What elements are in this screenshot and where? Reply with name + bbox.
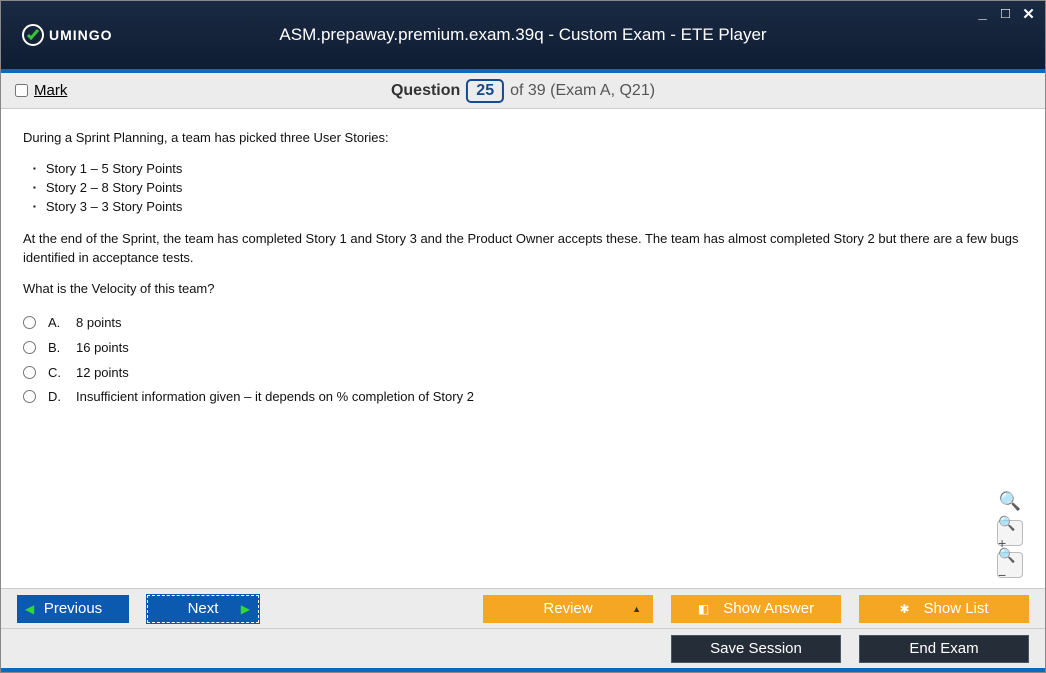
divider: [1, 668, 1045, 672]
chevron-right-icon: ▶: [241, 602, 250, 616]
list-icon: ✱: [899, 602, 909, 616]
option-letter: A.: [48, 314, 64, 333]
option-a[interactable]: A. 8 points: [23, 311, 1023, 336]
minimize-icon[interactable]: _: [974, 5, 991, 23]
search-icon[interactable]: 🔍: [997, 488, 1023, 514]
titlebar: UMINGO ASM.prepaway.premium.exam.39q - C…: [1, 1, 1045, 69]
save-session-button[interactable]: Save Session: [671, 635, 841, 663]
window-title: ASM.prepaway.premium.exam.39q - Custom E…: [279, 25, 766, 45]
question-toolbar: Mark Question 25 of 39 (Exam A, Q21): [1, 73, 1045, 109]
mark-label[interactable]: Mark: [34, 82, 67, 99]
show-answer-button[interactable]: ◧ Show Answer: [671, 595, 841, 623]
zoom-in-button[interactable]: 🔍+: [997, 520, 1023, 546]
mark-checkbox-wrap[interactable]: Mark: [15, 82, 67, 99]
story-list: Story 1 – 5 Story Points Story 2 – 8 Sto…: [33, 160, 1023, 217]
previous-label: Previous: [44, 600, 102, 617]
next-label: Next: [188, 600, 219, 617]
question-ask: What is the Velocity of this team?: [23, 280, 1023, 299]
question-content: During a Sprint Planning, a team has pic…: [1, 109, 1045, 588]
radio-b[interactable]: [23, 341, 36, 354]
option-text: Insufficient information given – it depe…: [76, 388, 474, 407]
radio-c[interactable]: [23, 366, 36, 379]
list-item: Story 2 – 8 Story Points: [33, 179, 1023, 198]
chevron-left-icon: ◀: [25, 602, 34, 616]
radio-d[interactable]: [23, 390, 36, 403]
window-controls: _ □ ✕: [974, 5, 1037, 23]
option-letter: D.: [48, 388, 64, 407]
list-item: Story 1 – 5 Story Points: [33, 160, 1023, 179]
option-letter: C.: [48, 364, 64, 383]
option-text: 8 points: [76, 314, 122, 333]
option-text: 12 points: [76, 364, 129, 383]
end-row: Save Session End Exam: [1, 628, 1045, 668]
next-button[interactable]: Next ▶: [147, 595, 259, 623]
review-label: Review: [543, 600, 592, 617]
maximize-icon[interactable]: □: [997, 5, 1014, 23]
app-window: UMINGO ASM.prepaway.premium.exam.39q - C…: [0, 0, 1046, 673]
puzzle-icon: ◧: [698, 602, 709, 616]
question-meta: Question 25 of 39 (Exam A, Q21): [391, 79, 655, 103]
list-item: Story 3 – 3 Story Points: [33, 198, 1023, 217]
show-list-label: Show List: [924, 600, 989, 617]
previous-button[interactable]: ◀ Previous: [17, 595, 129, 623]
end-exam-button[interactable]: End Exam: [859, 635, 1029, 663]
question-total: of 39 (Exam A, Q21): [510, 82, 655, 100]
question-body: At the end of the Sprint, the team has c…: [23, 230, 1023, 268]
nav-row: ◀ Previous Next ▶ Review ▲ ◧ Show Answer…: [1, 588, 1045, 628]
show-list-button[interactable]: ✱ Show List: [859, 595, 1029, 623]
zoom-controls: 🔍 🔍+ 🔍−: [997, 488, 1023, 578]
question-word: Question: [391, 82, 460, 100]
logo-text: UMINGO: [49, 27, 113, 43]
answer-options: A. 8 points B. 16 points C. 12 points D.…: [23, 311, 1023, 410]
close-icon[interactable]: ✕: [1020, 5, 1037, 23]
checkmark-icon: [21, 23, 45, 47]
option-text: 16 points: [76, 339, 129, 358]
review-button[interactable]: Review ▲: [483, 595, 653, 623]
option-letter: B.: [48, 339, 64, 358]
option-c[interactable]: C. 12 points: [23, 361, 1023, 386]
zoom-out-button[interactable]: 🔍−: [997, 552, 1023, 578]
question-number: 25: [466, 79, 504, 103]
question-intro: During a Sprint Planning, a team has pic…: [23, 129, 1023, 148]
radio-a[interactable]: [23, 316, 36, 329]
mark-checkbox[interactable]: [15, 84, 28, 97]
logo: UMINGO: [21, 23, 113, 47]
triangle-up-icon: ▲: [632, 604, 641, 614]
option-d[interactable]: D. Insufficient information given – it d…: [23, 385, 1023, 410]
option-b[interactable]: B. 16 points: [23, 336, 1023, 361]
show-answer-label: Show Answer: [723, 600, 814, 617]
